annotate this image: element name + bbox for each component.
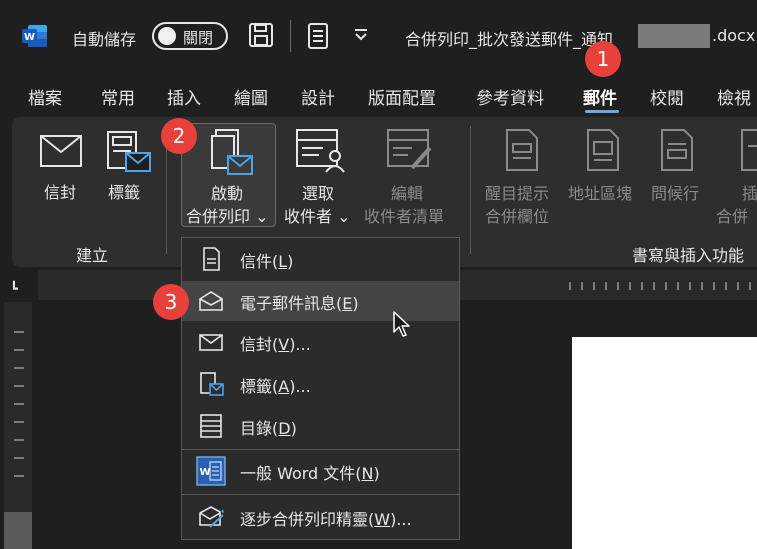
toggle-knob (158, 27, 176, 45)
tab-draw[interactable]: 繪圖 (234, 84, 268, 109)
tab-view[interactable]: 檢視 (717, 84, 751, 109)
menu-item-label: 信封(V)... (240, 335, 311, 354)
save-icon[interactable] (248, 22, 274, 48)
active-tab-indicator (585, 110, 619, 113)
tab-insert[interactable]: 插入 (167, 84, 201, 109)
svg-text:W: W (199, 467, 210, 478)
menu-item-email-messages[interactable]: 電子郵件訊息(E) (182, 281, 459, 321)
svg-text:W: W (24, 32, 35, 43)
menu-item-normal-word-document[interactable]: W 一般 Word 文件(N) (182, 451, 459, 491)
ribbon-separator-2 (470, 126, 471, 254)
step-badge-1: 1 (585, 41, 621, 77)
menu-item-label: 電子郵件訊息(E) (240, 294, 359, 313)
highlight-merge-fields-icon (506, 129, 538, 171)
word-document-icon: W (196, 456, 226, 486)
edit-recipient-list-icon (387, 129, 432, 170)
menu-item-directory[interactable]: 目錄(D) (182, 406, 459, 446)
highlight-merge-fields-line2: 合併欄位 (485, 207, 550, 226)
tab-design[interactable]: 設計 (301, 84, 335, 109)
tab-layout[interactable]: 版面配置 (368, 84, 436, 109)
letter-icon (203, 247, 220, 271)
autosave-toggle[interactable]: 關閉 (152, 22, 228, 50)
menu-item-label: 一般 Word 文件(N) (240, 464, 380, 483)
mouse-cursor-icon (393, 311, 410, 337)
insert-merge-field-line2: 合併 (716, 207, 749, 226)
menu-item-letters[interactable]: 信件(L) (182, 239, 459, 279)
select-recipients-line1[interactable]: 選取 (302, 180, 334, 204)
email-message-icon (199, 291, 223, 311)
select-recipients-line2[interactable]: 收件者 ⌄ (284, 203, 351, 227)
vertical-ruler-ticks (14, 331, 24, 477)
document-page[interactable] (572, 337, 757, 549)
menu-item-mail-merge-wizard[interactable]: 逐步合併列印精靈(W)... (182, 497, 459, 537)
menu-item-label: 信件(L) (240, 252, 294, 271)
start-mail-merge-line1: 啟動 (211, 184, 244, 203)
address-block-icon (587, 129, 619, 171)
group-create-label: 建立 (76, 246, 109, 265)
group-write-insert-label: 書寫與插入功能 (632, 246, 745, 265)
labels-icon (107, 131, 151, 172)
envelope-icon (40, 135, 82, 167)
wizard-icon (199, 506, 224, 528)
labels-icon (200, 372, 224, 396)
vertical-ruler-margin (4, 512, 32, 549)
insert-merge-field-line1: 插 (742, 184, 757, 203)
tab-references[interactable]: 參考資料 (476, 84, 544, 109)
insert-merge-field-icon (741, 129, 757, 171)
menu-separator (182, 494, 459, 495)
start-mail-merge-line2: 合併列印 ⌄ (186, 207, 269, 226)
tab-home[interactable]: 常用 (101, 84, 135, 109)
menu-separator (182, 449, 459, 450)
envelope-icon (199, 334, 223, 351)
customize-dropdown-icon[interactable] (352, 26, 370, 44)
select-recipients-icon (296, 129, 345, 173)
word-logo-icon: W (22, 25, 47, 47)
highlight-merge-fields-line1: 醒目提示 (485, 184, 550, 203)
step-badge-2: 2 (161, 118, 197, 154)
tab-stop-selector[interactable]: ┗ (10, 282, 18, 297)
labels-button[interactable]: 標籤 (108, 179, 140, 203)
titlebar-divider (290, 20, 291, 52)
menu-item-label: 標籤(A)... (240, 377, 311, 396)
autosave-state: 關閉 (183, 29, 214, 47)
start-mail-merge-icon (211, 129, 253, 175)
greeting-line-button: 問候行 (651, 184, 700, 203)
address-block-button: 地址區塊 (568, 184, 633, 203)
redacted-block (638, 24, 710, 48)
document-title: 合併列印_批次發送郵件_通知 (405, 30, 614, 49)
autosave-label: 自動儲存 (72, 30, 137, 49)
document-ext: .docx (712, 26, 756, 45)
ruler-ticks (569, 282, 751, 290)
directory-icon (200, 414, 222, 438)
tab-file[interactable]: 檔案 (28, 84, 62, 109)
edit-recipient-list-line2: 收件者清單 (364, 207, 445, 226)
edit-recipient-list-line1: 編輯 (391, 184, 424, 203)
menu-item-envelopes[interactable]: 信封(V)... (182, 322, 459, 362)
step-badge-3: 3 (153, 284, 189, 320)
tab-review[interactable]: 校閱 (650, 84, 684, 109)
greeting-line-icon (661, 129, 693, 171)
tab-mailings[interactable]: 郵件 (583, 84, 617, 109)
document-icon[interactable] (306, 22, 330, 50)
menu-item-label: 目錄(D) (240, 419, 297, 438)
menu-item-labels[interactable]: 標籤(A)... (182, 364, 459, 404)
envelopes-button[interactable]: 信封 (44, 179, 76, 203)
menu-item-label: 逐步合併列印精靈(W)... (240, 510, 412, 529)
